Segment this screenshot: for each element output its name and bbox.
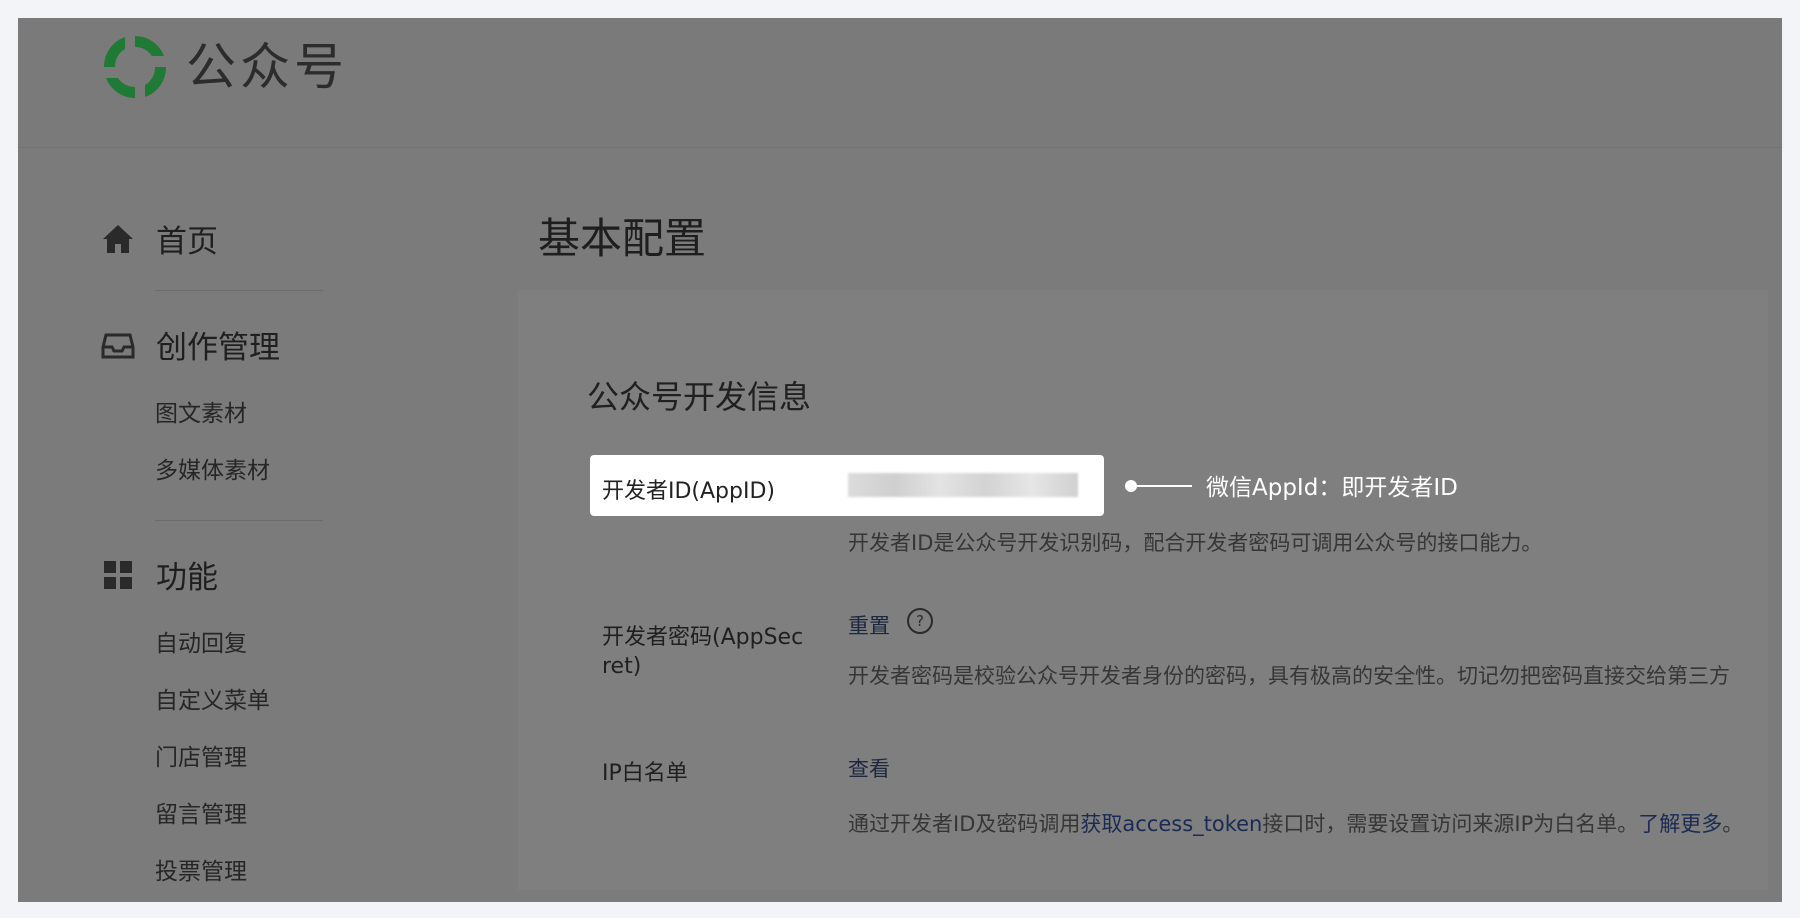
inbox-icon bbox=[101, 333, 135, 358]
ip-desc-prefix: 通过开发者ID及密码调用 bbox=[848, 812, 1081, 836]
sidebar-item-article-materials[interactable]: 图文素材 bbox=[155, 394, 247, 428]
sidebar-item-label: 创作管理 bbox=[156, 330, 280, 366]
sidebar-item-label: 功能 bbox=[156, 560, 218, 596]
home-icon bbox=[103, 224, 133, 253]
sidebar-item-features[interactable]: 功能 bbox=[100, 552, 218, 597]
svg-text:?: ? bbox=[916, 612, 924, 630]
sidebar-divider bbox=[155, 290, 323, 291]
ip-whitelist-description: 通过开发者ID及密码调用获取access_token接口时，需要设置访问来源IP… bbox=[848, 808, 1743, 838]
callout-line bbox=[1136, 485, 1192, 487]
learn-more-link[interactable]: 了解更多 bbox=[1638, 812, 1722, 836]
reset-secret-link[interactable]: 重置 bbox=[848, 610, 890, 640]
appsecret-description: 开发者密码是校验公众号开发者身份的密码，具有极高的安全性。切记勿把密码直接交给第… bbox=[848, 664, 1730, 688]
wechat-mp-logo-icon[interactable] bbox=[100, 32, 170, 102]
question-circle-icon[interactable]: ? bbox=[906, 607, 934, 635]
sidebar-item-home[interactable]: 首页 bbox=[100, 216, 218, 261]
sidebar-item-auto-reply[interactable]: 自动回复 bbox=[155, 624, 247, 658]
appid-label: 开发者ID(AppID) bbox=[602, 479, 776, 504]
sidebar-item-comment-management[interactable]: 留言管理 bbox=[155, 795, 247, 829]
view-ip-whitelist-link[interactable]: 查看 bbox=[848, 753, 890, 783]
appsecret-label-line1: 开发者密码(AppSec bbox=[602, 625, 804, 650]
brand-title[interactable]: 公众号 bbox=[186, 32, 348, 102]
ip-desc-middle: 接口时，需要设置访问来源IP为白名单。 bbox=[1262, 812, 1639, 836]
appid-description: 开发者ID是公众号开发识别码，配合开发者密码可调用公众号的接口能力。 bbox=[848, 531, 1543, 555]
sidebar-divider bbox=[155, 520, 323, 521]
ip-desc-suffix: 。 bbox=[1722, 812, 1744, 836]
sidebar-item-custom-menu[interactable]: 自定义菜单 bbox=[155, 681, 270, 715]
ip-whitelist-label: IP白名单 bbox=[602, 761, 688, 786]
grid-icon bbox=[104, 560, 132, 589]
callout-annotation: 微信AppId：即开发者ID bbox=[1206, 475, 1458, 501]
section-title: 公众号开发信息 bbox=[587, 378, 812, 416]
sidebar-item-label: 首页 bbox=[156, 224, 218, 260]
sidebar-item-store-management[interactable]: 门店管理 bbox=[155, 738, 247, 772]
sidebar-item-media-materials[interactable]: 多媒体素材 bbox=[155, 451, 270, 485]
access-token-link[interactable]: 获取access_token bbox=[1080, 812, 1262, 836]
page-title: 基本配置 bbox=[538, 214, 707, 263]
sidebar-item-vote-management[interactable]: 投票管理 bbox=[155, 852, 247, 886]
sidebar-item-content[interactable]: 创作管理 bbox=[100, 322, 280, 367]
appsecret-label-line2: ret) bbox=[602, 654, 642, 679]
appid-value-redacted bbox=[848, 473, 1078, 497]
